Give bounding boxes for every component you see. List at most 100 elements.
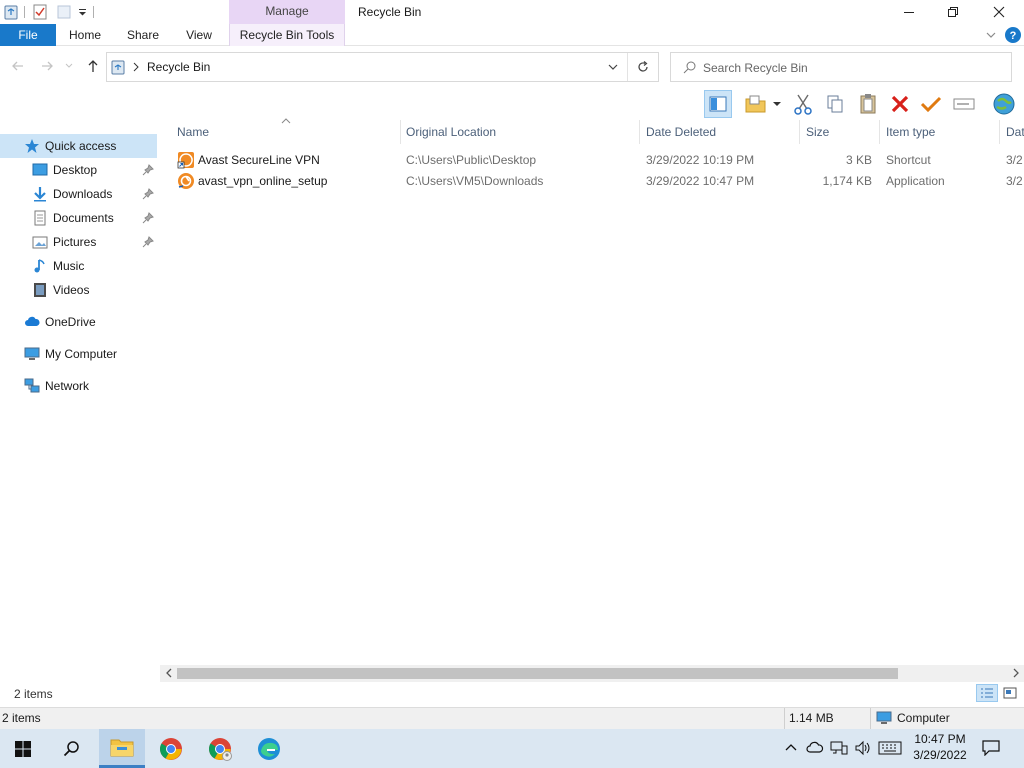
file-date-modified: 3/2 xyxy=(1006,153,1023,167)
qat-dropdown-icon[interactable] xyxy=(74,3,92,21)
nav-item-desktop[interactable]: Desktop xyxy=(0,158,157,182)
network-tray-icon[interactable] xyxy=(830,739,848,757)
paste-button[interactable] xyxy=(854,90,882,118)
column-divider[interactable] xyxy=(799,120,800,144)
copy-icon xyxy=(827,95,843,113)
address-bar[interactable]: Recycle Bin xyxy=(106,52,659,82)
tab-recycle-bin-tools[interactable]: Recycle Bin Tools xyxy=(229,24,345,46)
properties-dropdown-button[interactable] xyxy=(770,90,784,118)
column-header-original-location[interactable]: Original Location xyxy=(406,125,496,139)
close-button[interactable] xyxy=(976,0,1022,24)
column-divider[interactable] xyxy=(879,120,880,144)
column-divider[interactable] xyxy=(400,120,401,144)
new-folder-icon[interactable] xyxy=(55,3,73,21)
nav-label: Desktop xyxy=(53,163,98,177)
onedrive-tray-icon[interactable] xyxy=(806,739,824,757)
restore-button[interactable] xyxy=(930,0,976,24)
nav-item-music[interactable]: Music xyxy=(0,254,157,278)
nav-item-videos[interactable]: Videos xyxy=(0,278,157,302)
volume-icon[interactable] xyxy=(854,739,872,757)
rename-button[interactable] xyxy=(950,90,978,118)
chevron-up-icon xyxy=(785,744,797,751)
taskbar-edge[interactable] xyxy=(246,729,292,768)
column-header-name[interactable]: Name xyxy=(177,125,209,139)
videos-icon xyxy=(32,282,48,298)
show-hidden-icons-button[interactable] xyxy=(782,739,800,757)
details-location: Computer xyxy=(897,711,950,725)
nav-quick-access[interactable]: Quick access xyxy=(0,134,157,158)
nav-network[interactable]: Network xyxy=(0,374,157,398)
scroll-right-icon[interactable] xyxy=(1011,668,1021,678)
column-header-size[interactable]: Size xyxy=(806,125,829,139)
details-size: 1.14 MB xyxy=(789,711,834,725)
column-divider[interactable] xyxy=(999,120,1000,144)
cut-button[interactable] xyxy=(789,90,817,118)
scrollbar-thumb[interactable] xyxy=(177,668,898,679)
nav-item-downloads[interactable]: Downloads xyxy=(0,182,157,206)
pin-icon[interactable] xyxy=(142,236,154,248)
manage-tab-group[interactable]: Manage xyxy=(229,0,345,24)
back-button[interactable] xyxy=(8,56,28,76)
taskbar-file-explorer[interactable] xyxy=(99,729,145,768)
preview-pane-icon xyxy=(709,96,727,112)
refresh-icon[interactable] xyxy=(636,60,650,74)
ribbon-expand-icon[interactable] xyxy=(985,29,997,41)
breadcrumb[interactable]: Recycle Bin xyxy=(147,60,210,74)
tab-home[interactable]: Home xyxy=(60,24,110,46)
chrome-profile-icon xyxy=(209,737,232,761)
column-header-date-modified[interactable]: Dat xyxy=(1006,125,1024,139)
recent-locations-button[interactable] xyxy=(62,56,76,76)
horizontal-scrollbar[interactable] xyxy=(160,665,1024,682)
column-header-date-deleted[interactable]: Date Deleted xyxy=(646,125,716,139)
nav-my-computer[interactable]: My Computer xyxy=(0,342,157,366)
recycle-bin-icon[interactable] xyxy=(2,3,20,21)
properties-icon[interactable] xyxy=(31,3,49,21)
copy-button[interactable] xyxy=(821,90,849,118)
large-icons-view-button[interactable] xyxy=(1000,684,1020,702)
command-toolbar xyxy=(700,88,1024,120)
paste-icon xyxy=(860,94,876,114)
table-row[interactable]: avast_vpn_online_setup C:\Users\VM5\Down… xyxy=(170,171,1024,192)
nav-onedrive[interactable]: OneDrive xyxy=(0,310,157,334)
nav-item-documents[interactable]: Documents xyxy=(0,206,157,230)
action-center-button[interactable] xyxy=(982,739,1000,757)
taskbar: 10:47 PM 3/29/2022 xyxy=(0,729,1024,768)
column-header-item-type[interactable]: Item type xyxy=(886,125,935,139)
tab-share[interactable]: Share xyxy=(118,24,168,46)
help-icon[interactable]: ? xyxy=(1004,26,1022,44)
tab-file[interactable]: File xyxy=(0,24,56,46)
file-original-location: C:\Users\Public\Desktop xyxy=(406,153,537,167)
properties-button[interactable] xyxy=(742,90,770,118)
pin-icon[interactable] xyxy=(142,212,154,224)
search-box[interactable] xyxy=(670,52,1012,82)
pin-icon[interactable] xyxy=(142,164,154,176)
preview-pane-button[interactable] xyxy=(704,90,732,118)
start-button[interactable] xyxy=(0,729,46,768)
table-row[interactable]: Avast SecureLine VPN C:\Users\Public\Des… xyxy=(170,150,1024,171)
tab-view[interactable]: View xyxy=(176,24,222,46)
details-view-button[interactable] xyxy=(976,684,998,702)
nav-label: My Computer xyxy=(45,347,118,361)
keyboard-icon[interactable] xyxy=(878,739,902,757)
taskbar-chrome-profile[interactable] xyxy=(197,729,243,768)
breadcrumb-chevron-icon[interactable] xyxy=(131,60,141,74)
up-button[interactable] xyxy=(83,56,103,76)
globe-button[interactable] xyxy=(990,90,1018,118)
search-input[interactable] xyxy=(703,59,1003,77)
forward-button[interactable] xyxy=(37,56,57,76)
nav-item-pictures[interactable]: Pictures xyxy=(0,230,157,254)
minimize-button[interactable] xyxy=(886,0,932,24)
file-list: Name Original Location Date Deleted Size… xyxy=(160,118,1024,665)
restore-item-button[interactable] xyxy=(917,90,945,118)
network-icon xyxy=(24,378,40,394)
taskbar-chrome[interactable] xyxy=(148,729,194,768)
delete-button[interactable] xyxy=(886,90,914,118)
column-divider[interactable] xyxy=(639,120,640,144)
search-taskbar-button[interactable] xyxy=(49,729,95,768)
clock[interactable]: 10:47 PM 3/29/2022 xyxy=(908,731,972,766)
address-dropdown-icon[interactable] xyxy=(606,60,620,74)
scroll-left-icon[interactable] xyxy=(164,668,174,678)
pin-icon[interactable] xyxy=(142,188,154,200)
edge-icon xyxy=(258,737,280,760)
nav-label: Videos xyxy=(53,283,90,297)
